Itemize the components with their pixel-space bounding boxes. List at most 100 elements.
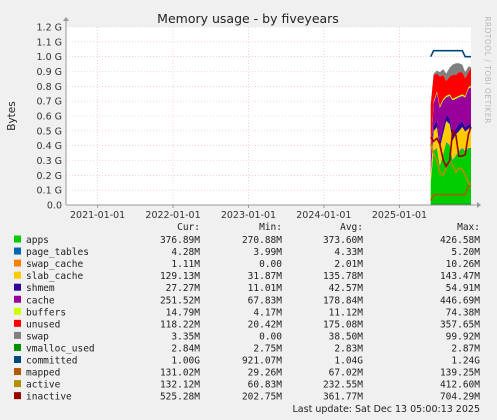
- y-tick-label: 0.5 G: [37, 126, 63, 137]
- legend-avg-unused: 175.08M: [323, 319, 363, 330]
- y-tick-label: 0.3 G: [37, 156, 63, 167]
- legend-max-buffers: 74.38M: [446, 307, 481, 318]
- y-tick-label: 1.2 G: [37, 23, 63, 34]
- legend-column-header: Cur:: [177, 222, 200, 233]
- legend-avg-mapped: 67.02M: [329, 368, 364, 379]
- legend-name-active: active: [26, 380, 61, 391]
- legend-min-active: 60.83M: [248, 380, 283, 391]
- legend-swatch-swap: [14, 331, 21, 339]
- legend-swatch-swap_cache: [14, 259, 21, 267]
- legend-name-apps: apps: [26, 235, 49, 246]
- legend-avg-slab_cache: 135.78M: [323, 271, 363, 282]
- last-update: Last update: Sat Dec 13 05:00:13 2025: [293, 404, 480, 415]
- legend-name-swap: swap: [26, 331, 49, 342]
- legend-min-page_tables: 3.99M: [253, 247, 282, 258]
- chart-title: Memory usage - by fiveyears: [157, 11, 339, 26]
- legend-avg-cache: 178.84M: [323, 295, 363, 306]
- y-tick-label: 0.1 G: [37, 186, 63, 197]
- legend-max-slab_cache: 143.47M: [440, 271, 480, 282]
- x-tick-label: 2021-01-01: [70, 210, 125, 221]
- legend-avg-vmalloc_used: 2.83M: [334, 343, 363, 354]
- legend-swatch-buffers: [14, 307, 21, 315]
- legend-max-apps: 426.58M: [440, 235, 480, 246]
- legend-min-slab_cache: 31.87M: [248, 271, 283, 282]
- legend-min-cache: 67.83M: [248, 295, 283, 306]
- y-tick-label: 0.7 G: [37, 97, 63, 108]
- legend-avg-swap: 38.50M: [329, 331, 364, 342]
- y-tick-label: 0.6 G: [37, 112, 63, 123]
- legend-column-header: Avg:: [340, 222, 363, 233]
- legend-max-mapped: 139.25M: [440, 368, 480, 379]
- legend-name-unused: unused: [26, 319, 60, 330]
- legend-name-shmem: shmem: [26, 283, 55, 294]
- legend-column-header: Max:: [457, 222, 480, 233]
- x-tick-label: 2023-01-01: [221, 210, 276, 221]
- legend-name-buffers: buffers: [26, 307, 66, 318]
- legend-swatch-committed: [14, 356, 21, 363]
- y-tick-label: 0.2 G: [37, 171, 63, 182]
- legend-max-inactive: 704.29M: [440, 392, 480, 403]
- legend-max-vmalloc_used: 2.87M: [451, 343, 480, 354]
- legend-cur-active: 132.12M: [160, 380, 200, 391]
- legend-cur-shmem: 27.27M: [166, 283, 201, 294]
- legend-cur-committed: 1.00G: [171, 356, 200, 367]
- legend-min-inactive: 202.75M: [242, 392, 282, 403]
- legend-cur-page_tables: 4.28M: [171, 247, 200, 258]
- legend-name-vmalloc_used: vmalloc_used: [26, 343, 95, 354]
- legend-avg-page_tables: 4.33M: [334, 247, 363, 258]
- legend-min-committed: 921.07M: [242, 356, 282, 367]
- legend-max-page_tables: 5.20M: [451, 247, 480, 258]
- legend-name-page_tables: page_tables: [26, 247, 89, 258]
- legend-min-shmem: 11.01M: [248, 283, 283, 294]
- y-tick-label: 0.9 G: [37, 67, 63, 78]
- legend-name-cache: cache: [26, 295, 55, 306]
- rrdtool-watermark: RRDTOOL / TOBI OETIKER: [483, 16, 492, 124]
- legend-name-committed: committed: [26, 356, 77, 367]
- legend-swatch-inactive: [14, 392, 21, 400]
- legend-name-swap_cache: swap_cache: [26, 259, 83, 270]
- legend-max-committed: 1.24G: [451, 356, 480, 367]
- legend-swatch-vmalloc_used: [14, 343, 21, 351]
- legend-swatch-unused: [14, 319, 21, 327]
- legend-max-shmem: 54.91M: [446, 283, 481, 294]
- legend-cur-vmalloc_used: 2.84M: [171, 343, 200, 354]
- legend-cur-slab_cache: 129.13M: [160, 271, 200, 282]
- legend-swatch-shmem: [14, 283, 21, 291]
- legend-avg-swap_cache: 2.01M: [334, 259, 363, 270]
- legend-avg-buffers: 11.12M: [329, 307, 364, 318]
- x-tick-label: 2022-01-01: [145, 210, 200, 221]
- legend-min-swap: 0.00: [259, 331, 282, 342]
- legend-swatch-apps: [14, 235, 21, 243]
- x-tick-label: 2025-01-01: [372, 210, 427, 221]
- legend-cur-inactive: 525.28M: [160, 392, 200, 403]
- legend-avg-committed: 1.04G: [334, 356, 363, 367]
- legend-avg-shmem: 42.57M: [329, 283, 364, 294]
- legend-cur-apps: 376.89M: [160, 235, 200, 246]
- legend-swatch-mapped: [14, 368, 21, 376]
- legend-max-unused: 357.65M: [440, 319, 480, 330]
- y-tick-label: 1.1 G: [37, 37, 63, 48]
- legend-max-swap: 99.92M: [446, 331, 481, 342]
- legend-cur-unused: 118.22M: [160, 319, 200, 330]
- legend-min-buffers: 4.17M: [253, 307, 282, 318]
- y-tick-label: 1.0 G: [37, 52, 63, 63]
- legend-avg-inactive: 361.77M: [323, 392, 363, 403]
- memory-chart: Memory usage - by fiveyears Bytes RRDTOO…: [0, 0, 497, 420]
- legend-name-slab_cache: slab_cache: [26, 271, 83, 282]
- y-tick-label: 0.4 G: [37, 141, 63, 152]
- legend-cur-cache: 251.52M: [160, 295, 200, 306]
- y-tick-label: 0.0: [47, 201, 62, 212]
- legend-name-mapped: mapped: [26, 368, 60, 379]
- legend-min-swap_cache: 0.00: [259, 259, 282, 270]
- legend-max-active: 412.60M: [440, 380, 480, 391]
- legend-avg-apps: 373.60M: [323, 235, 363, 246]
- x-tick-label: 2024-01-01: [296, 210, 351, 221]
- plot-series: [429, 49, 472, 206]
- legend-cur-swap_cache: 1.11M: [171, 259, 200, 270]
- legend-max-swap_cache: 10.26M: [446, 259, 481, 270]
- legend-min-unused: 20.42M: [248, 319, 283, 330]
- legend-column-header: Min:: [259, 222, 282, 233]
- legend-max-cache: 446.69M: [440, 295, 480, 306]
- legend-cur-buffers: 14.79M: [166, 307, 201, 318]
- legend-min-apps: 270.88M: [242, 235, 282, 246]
